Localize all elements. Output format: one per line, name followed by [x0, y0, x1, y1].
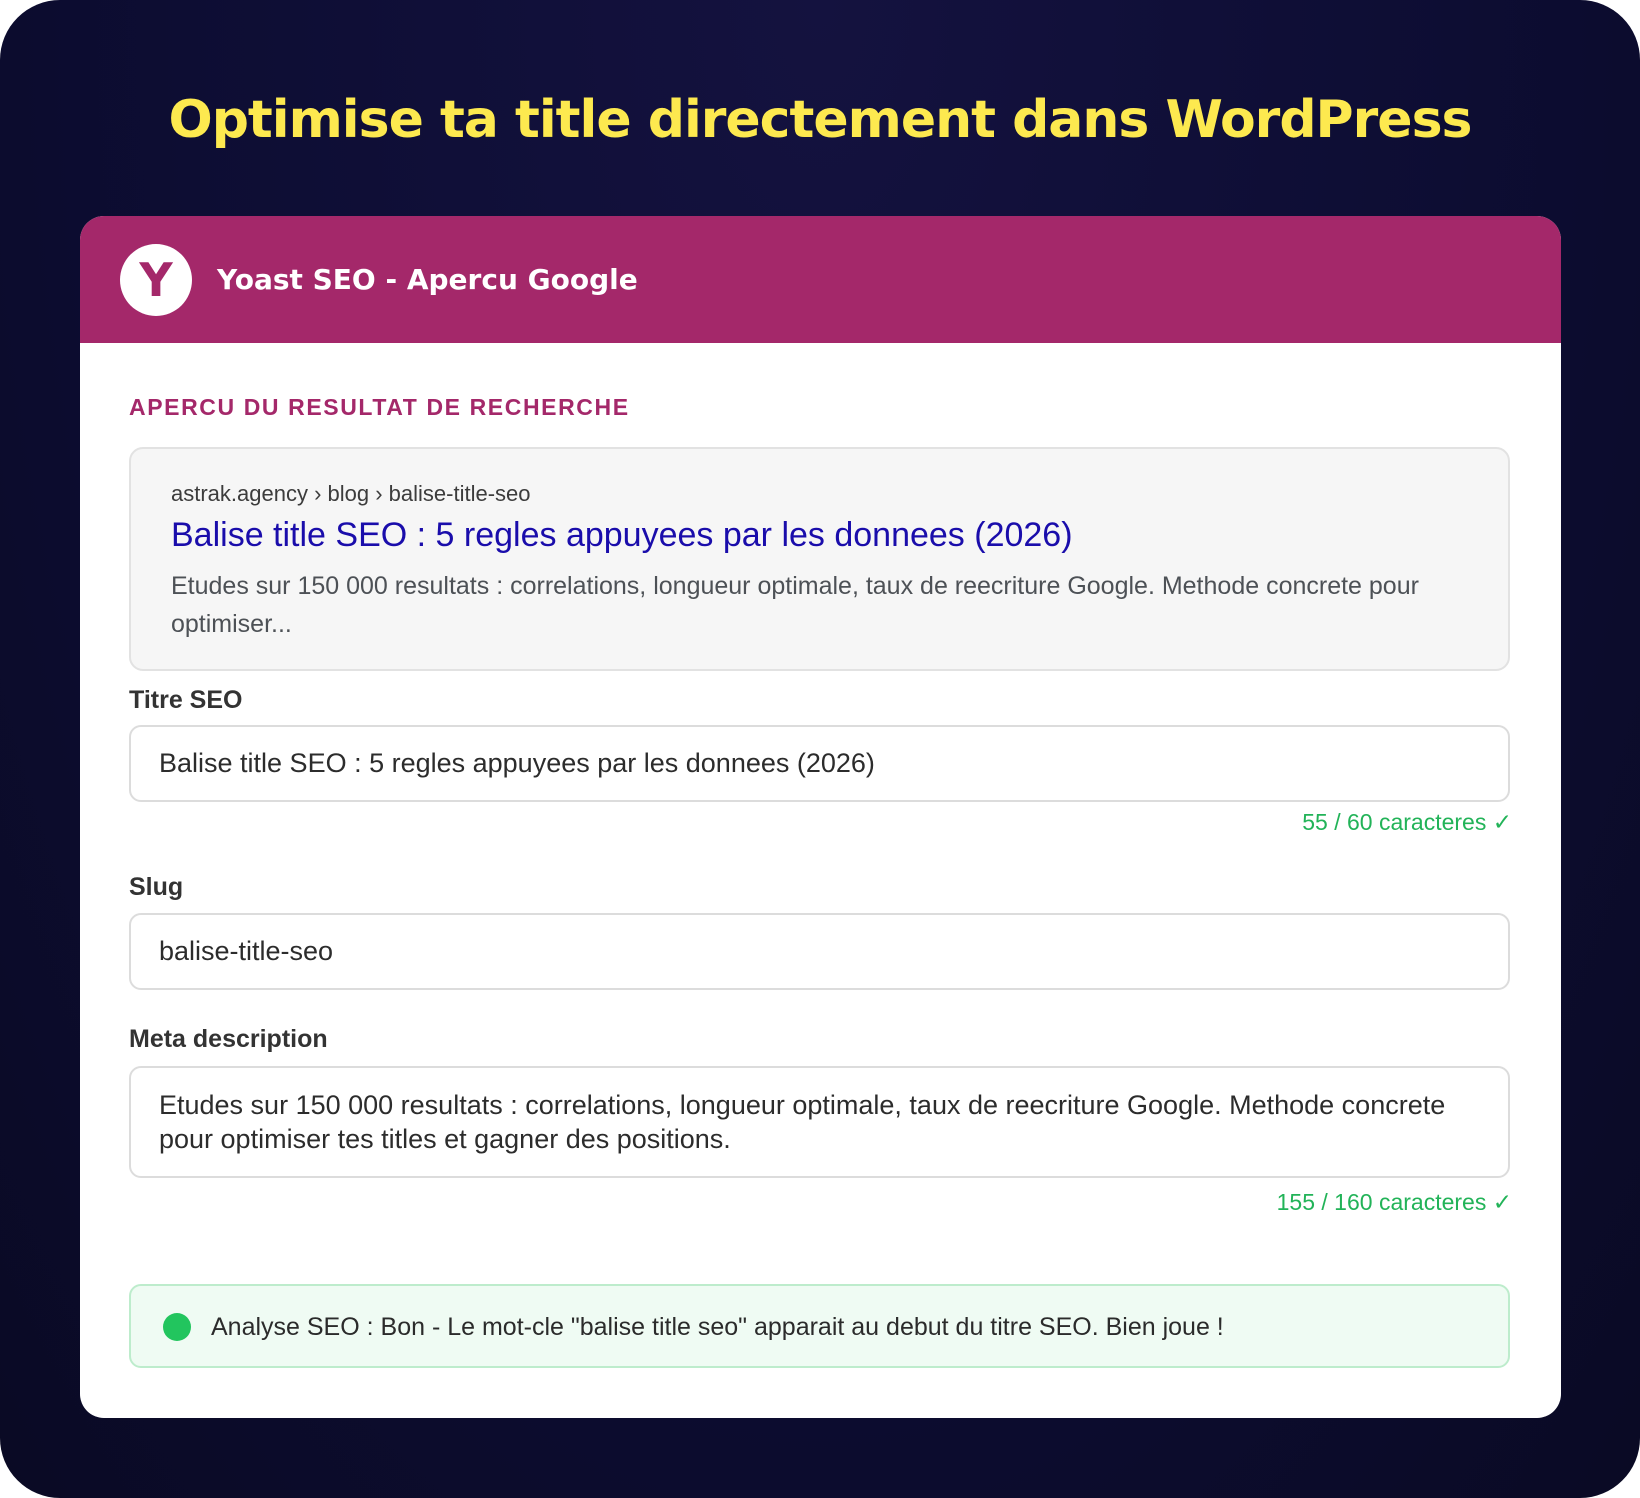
slug-label: Slug — [129, 873, 184, 901]
meta-description-textarea[interactable]: Etudes sur 150 000 resultats : correlati… — [129, 1066, 1510, 1178]
yoast-logo-icon: Y — [120, 244, 192, 316]
seo-analysis-banner: Analyse SEO : Bon - Le mot-cle "balise t… — [129, 1284, 1510, 1368]
serp-title-link[interactable]: Balise title SEO : 5 regles appuyees par… — [171, 513, 1073, 557]
seo-title-label: Titre SEO — [129, 686, 243, 714]
serp-preview: astrak.agency › blog › balise-title-seo … — [129, 447, 1510, 671]
serp-breadcrumb: astrak.agency › blog › balise-title-seo — [171, 481, 531, 506]
status-dot-icon — [163, 1313, 191, 1341]
background-frame: Optimise ta title directement dans WordP… — [0, 0, 1640, 1498]
yoast-panel: Y Yoast SEO - Apercu Google APERCU DU RE… — [80, 216, 1561, 1418]
seo-title-input[interactable]: Balise title SEO : 5 regles appuyees par… — [129, 725, 1510, 802]
serp-preview-label: APERCU DU RESULTAT DE RECHERCHE — [129, 394, 630, 420]
panel-header: Y Yoast SEO - Apercu Google — [80, 216, 1561, 343]
page-headline: Optimise ta title directement dans WordP… — [168, 90, 1473, 150]
meta-description-label: Meta description — [129, 1025, 328, 1053]
seo-title-counter: 55 / 60 caracteres ✓ — [1302, 809, 1512, 835]
serp-description: Etudes sur 150 000 resultats : correlati… — [171, 572, 1419, 638]
meta-description-counter: 155 / 160 caracteres ✓ — [1276, 1189, 1512, 1215]
panel-title: Yoast SEO - Apercu Google — [217, 263, 638, 296]
seo-analysis-text: Analyse SEO : Bon - Le mot-cle "balise t… — [211, 1313, 1224, 1341]
slug-input[interactable]: balise-title-seo — [129, 913, 1510, 990]
